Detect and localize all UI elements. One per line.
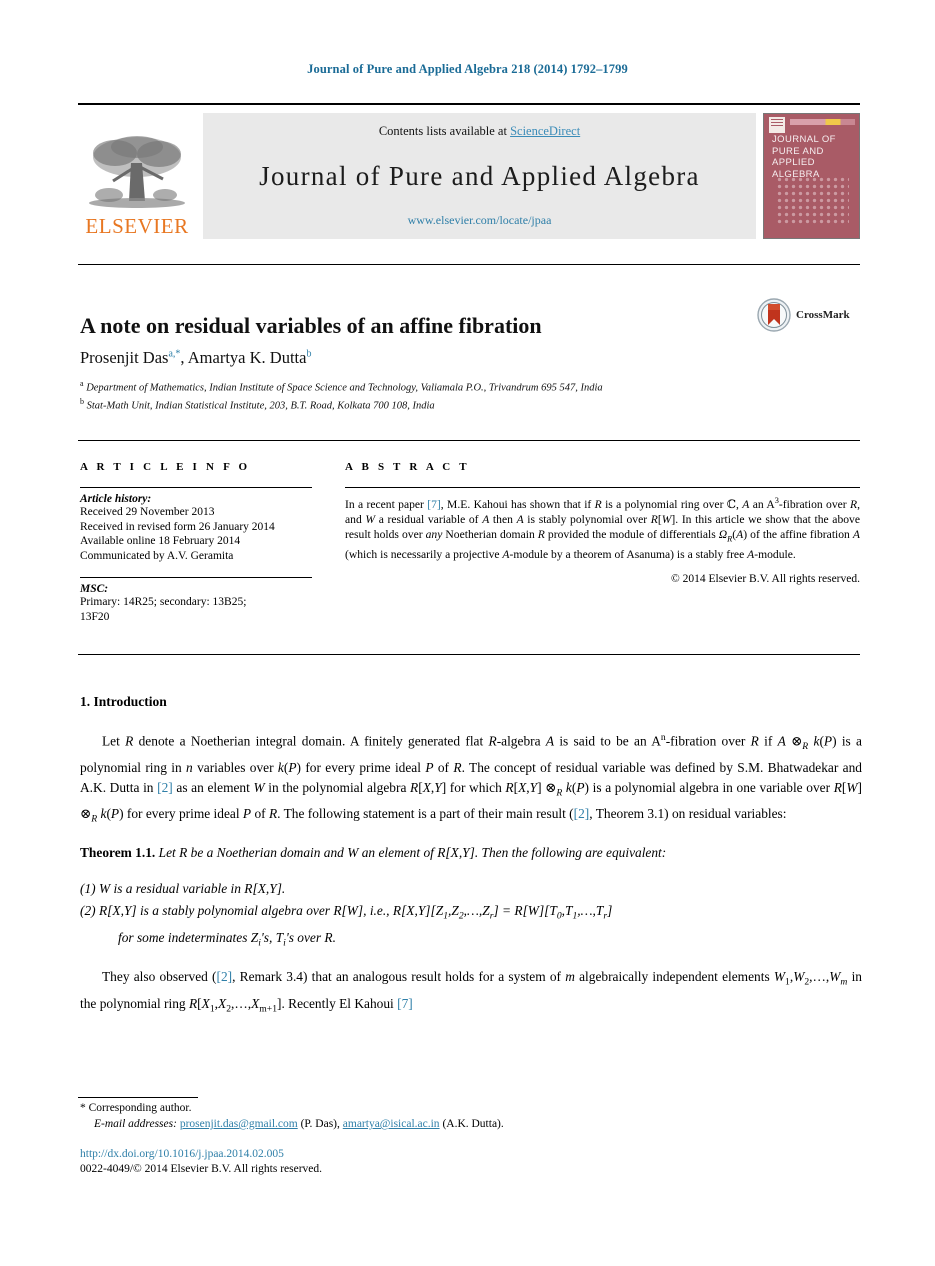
crossmark-badge[interactable]: CrossMark — [757, 298, 850, 332]
title-divider — [78, 264, 860, 265]
abstract-rule — [345, 487, 860, 488]
elsevier-logo: ELSEVIER — [78, 113, 196, 239]
body-paragraph-1: Let R denote a Noetherian integral domai… — [80, 732, 863, 825]
page-title: A note on residual variables of an affin… — [80, 312, 542, 338]
theorem-label: Theorem 1.1. — [80, 845, 156, 861]
author-names: Prosenjit Dasa,*, Amartya K. Duttab — [80, 348, 312, 367]
corresponding-author-note: * Corresponding author. — [80, 1102, 192, 1114]
author-list: Prosenjit Dasa,*, Amartya K. Duttab — [80, 348, 311, 368]
body-paragraph-2: They also observed ([2], Remark 3.4) tha… — [80, 969, 862, 1015]
history-item: Received in revised form 26 January 2014 — [80, 520, 275, 533]
email-link-1[interactable]: prosenjit.das@gmail.com — [180, 1118, 298, 1130]
cover-artwork — [776, 176, 849, 226]
elsevier-wordmark: ELSEVIER — [85, 214, 189, 238]
affiliation-a-text: Department of Mathematics, Indian Instit… — [86, 382, 603, 394]
msc-title: MSC: — [80, 583, 109, 595]
journal-masthead: ELSEVIER Contents lists available at Sci… — [78, 103, 860, 239]
contents-prefix: Contents lists available at — [378, 124, 511, 138]
article-info-column: A R T I C L E I N F O Article history: R… — [80, 461, 312, 624]
email-owner-1: (P. Das), — [300, 1118, 340, 1130]
affiliation-a: a Department of Mathematics, Indian Inst… — [80, 377, 780, 395]
email-owner-2: (A.K. Dutta). — [442, 1118, 504, 1130]
list-marker: (1) — [80, 880, 96, 896]
history-item: Received 29 November 2013 — [80, 506, 215, 518]
author-affil-marker-a[interactable]: a,* — [168, 349, 180, 360]
crossmark-icon — [757, 298, 791, 332]
theorem-statement-list: (1) W is a residual variable in R[X,Y]. … — [80, 878, 862, 953]
list-item: (1) W is a residual variable in R[X,Y]. — [80, 878, 862, 899]
history-item: Available online 18 February 2014 — [80, 535, 241, 547]
running-head: Journal of Pure and Applied Algebra 218 … — [307, 62, 628, 76]
affil-marker-b: b — [80, 397, 84, 406]
email-label: E-mail addresses: — [94, 1118, 177, 1130]
journal-homepage-link[interactable]: www.elsevier.com/locate/jpaa — [408, 213, 552, 228]
cover-top-bar — [790, 119, 855, 125]
contents-lists-line: Contents lists available at ScienceDirec… — [379, 124, 580, 139]
msc-line-2: 13F20 — [80, 610, 110, 623]
list-item: (2) R[X,Y] is a stably polynomial algebr… — [80, 900, 862, 953]
section-heading-introduction: 1. Introduction — [80, 694, 167, 709]
list-item-text: W is a residual variable in R[X,Y]. — [98, 880, 286, 896]
cover-title-text: JOURNAL OF PURE AND APPLIED ALGEBRA — [772, 134, 836, 180]
doi-block: http://dx.doi.org/10.1016/j.jpaa.2014.02… — [80, 1147, 322, 1177]
cover-elsevier-mark-icon — [769, 117, 785, 133]
abstract-heading: A B S T R A C T — [345, 461, 470, 473]
list-marker: (2) — [80, 902, 96, 918]
msc-rule — [80, 577, 312, 578]
issn-copyright-line: 0022-4049/© 2014 Elsevier B.V. All right… — [80, 1163, 323, 1175]
elsevier-tree-icon — [89, 136, 185, 208]
footnote-divider — [78, 1097, 198, 1098]
article-info-rule — [80, 487, 312, 488]
journal-band: Contents lists available at ScienceDirec… — [203, 113, 756, 239]
citation-2[interactable]: [2] — [217, 969, 233, 984]
article-history-title: Article history: — [80, 493, 152, 505]
citation-2[interactable]: [2] — [157, 780, 173, 795]
affiliations: a Department of Mathematics, Indian Inst… — [80, 377, 780, 413]
author-affil-marker-b[interactable]: b — [306, 349, 311, 360]
abstract-column: A B S T R A C T In a recent paper [7], M… — [345, 461, 860, 585]
msc-block: MSC: Primary: 14R25; secondary: 13B25; 1… — [80, 583, 312, 624]
journal-title: Journal of Pure and Applied Algebra — [259, 160, 700, 191]
doi-link[interactable]: http://dx.doi.org/10.1016/j.jpaa.2014.02… — [80, 1147, 322, 1162]
email-link-2[interactable]: amartya@isical.ac.in — [343, 1118, 440, 1130]
msc-line-1: Primary: 14R25; secondary: 13B25; — [80, 596, 247, 608]
abstract-text: In a recent paper [7], M.E. Kahoui has s… — [345, 496, 860, 561]
affil-marker-a: a — [80, 379, 84, 388]
crossmark-label: CrossMark — [796, 309, 850, 321]
info-divider-top — [78, 440, 860, 441]
info-divider-bottom — [78, 654, 860, 655]
citation-2[interactable]: [2] — [574, 806, 590, 821]
history-item: Communicated by A.V. Geramita — [80, 549, 234, 562]
affiliation-b: b Stat-Math Unit, Indian Statistical Ins… — [80, 395, 780, 413]
list-item-text: R[X,Y] is a stably polynomial algebra ov… — [98, 902, 613, 922]
citation-7[interactable]: [7] — [397, 996, 413, 1011]
article-body: 1. Introduction Let R denote a Noetheria… — [80, 694, 862, 1033]
abstract-copyright: © 2014 Elsevier B.V. All rights reserved… — [671, 572, 860, 585]
paper-page: Journal of Pure and Applied Algebra 218 … — [0, 0, 935, 1266]
email-addresses-note: E-mail addresses: prosenjit.das@gmail.co… — [80, 1117, 800, 1132]
footnote-block: * Corresponding author. E-mail addresses… — [80, 1101, 800, 1132]
citation-7[interactable]: [7] — [427, 498, 441, 511]
affiliation-b-text: Stat-Math Unit, Indian Statistical Insti… — [86, 400, 435, 412]
journal-cover-thumbnail[interactable]: JOURNAL OF PURE AND APPLIED ALGEBRA — [763, 113, 860, 239]
list-item-continuation: for some indeterminates Zi's, Ti's over … — [118, 929, 336, 949]
theorem-1-1: Theorem 1.1. Let R be a Noetherian domai… — [80, 845, 667, 861]
sciencedirect-link[interactable]: ScienceDirect — [510, 124, 580, 138]
article-info-heading: A R T I C L E I N F O — [80, 461, 251, 473]
